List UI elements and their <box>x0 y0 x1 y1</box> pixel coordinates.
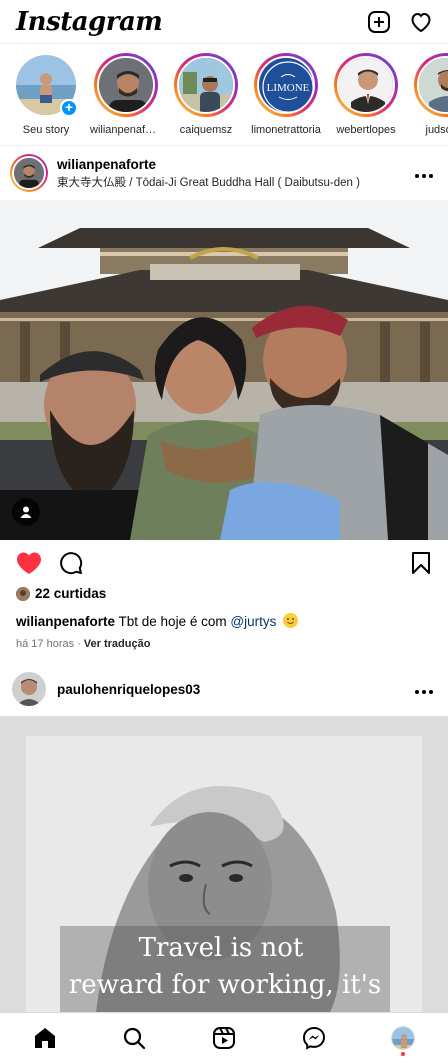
story-avatar-ring: + <box>14 53 78 117</box>
profile-avatar <box>391 1025 416 1050</box>
post-image[interactable] <box>0 200 448 540</box>
post-location[interactable]: 東大寺大仏殿 / Tōdai-Ji Great Buddha Hall ( Da… <box>57 174 414 190</box>
story-item[interactable]: LIMONE limonetrattoria <box>246 45 326 145</box>
story-item[interactable]: webertlopes <box>326 45 406 145</box>
smiling-face-emoji-icon <box>283 613 299 628</box>
see-translation-link[interactable]: Ver tradução <box>84 638 151 650</box>
story-avatar <box>97 56 155 114</box>
story-name: Seu story <box>22 124 70 136</box>
bookmark-icon[interactable] <box>408 550 434 576</box>
post-avatar <box>12 156 46 190</box>
story-avatar <box>177 56 235 114</box>
like-heart-icon[interactable] <box>16 550 42 576</box>
top-bar: Instagram <box>0 0 448 44</box>
separator-dot: · <box>77 638 81 650</box>
comment-icon[interactable] <box>58 550 84 576</box>
post-meta-row: há 17 horas · Ver tradução <box>16 638 150 650</box>
profile-nav-item[interactable] <box>383 1018 423 1058</box>
post-actions-left <box>16 550 84 576</box>
instagram-logo[interactable]: Instagram <box>16 7 163 37</box>
image-quote-line-1: Travel is not <box>139 933 304 963</box>
caption-username[interactable]: wilianpenaforte <box>16 614 115 629</box>
post-meta: paulohenriquelopes03 <box>57 682 414 697</box>
notification-dot <box>401 1051 406 1056</box>
story-name: webertlopes <box>336 124 396 136</box>
story-avatar-ring <box>174 53 238 117</box>
story-avatar-ring <box>414 53 448 117</box>
search-icon[interactable] <box>114 1018 154 1058</box>
story-item[interactable]: wilianpenaforte <box>86 45 166 145</box>
post-header: wilianpenaforte 東大寺大仏殿 / Tōdai-Ji Great … <box>0 146 448 200</box>
tagged-users-icon[interactable] <box>12 498 40 526</box>
messenger-icon[interactable] <box>294 1018 334 1058</box>
story-avatar: LIMONE <box>257 56 315 114</box>
post-meta: wilianpenaforte 東大寺大仏殿 / Tōdai-Ji Great … <box>57 157 414 190</box>
image-quote-line-2: reward for working, it's <box>69 970 381 1000</box>
post-actions <box>0 547 448 579</box>
caption-text: Tbt de hoje é com <box>118 614 227 629</box>
post-time: há 17 horas <box>16 638 75 650</box>
liker-avatar <box>16 586 30 601</box>
reels-icon[interactable] <box>204 1018 244 1058</box>
story-item[interactable]: caiquemsz <box>166 45 246 145</box>
story-name: wilianpenaforte <box>90 124 162 136</box>
story-name: judson.s <box>425 124 448 136</box>
post-header: paulohenriquelopes03 <box>0 662 448 716</box>
svg-text:LIMONE: LIMONE <box>267 82 310 94</box>
post-caption: wilianpenaforte Tbt de hoje é com @jurty… <box>16 613 434 629</box>
heart-icon[interactable] <box>408 9 434 35</box>
story-avatar <box>337 56 395 114</box>
post-username[interactable]: wilianpenaforte <box>57 157 414 172</box>
bottom-nav <box>0 1012 448 1062</box>
home-icon[interactable] <box>25 1018 65 1058</box>
more-options-icon[interactable] <box>414 679 434 700</box>
post-avatar-ring[interactable] <box>10 154 48 192</box>
post-username[interactable]: paulohenriquelopes03 <box>57 682 414 697</box>
likes-row[interactable]: 22 curtidas <box>16 586 106 601</box>
story-item[interactable]: judson.s <box>406 45 448 145</box>
more-options-icon[interactable] <box>414 163 434 184</box>
caption-mention[interactable]: @jurtys <box>230 614 276 629</box>
story-name: limonetrattoria <box>251 124 321 136</box>
stories-tray[interactable]: + Seu story wilianpenaforte caiquemsz LI… <box>0 45 448 146</box>
story-avatar <box>417 56 448 114</box>
post-avatar[interactable] <box>12 672 46 706</box>
story-item-own[interactable]: + Seu story <box>6 45 86 145</box>
story-avatar-ring <box>334 53 398 117</box>
header-actions <box>366 9 434 35</box>
story-name: caiquemsz <box>179 124 233 136</box>
post-image[interactable]: Travel is not reward for working, it's <box>0 716 448 1012</box>
story-avatar-ring <box>94 53 158 117</box>
story-avatar-ring: LIMONE <box>254 53 318 117</box>
plus-square-icon[interactable] <box>366 9 392 35</box>
likes-count: 22 curtidas <box>35 586 107 601</box>
add-story-badge[interactable]: + <box>60 99 78 117</box>
